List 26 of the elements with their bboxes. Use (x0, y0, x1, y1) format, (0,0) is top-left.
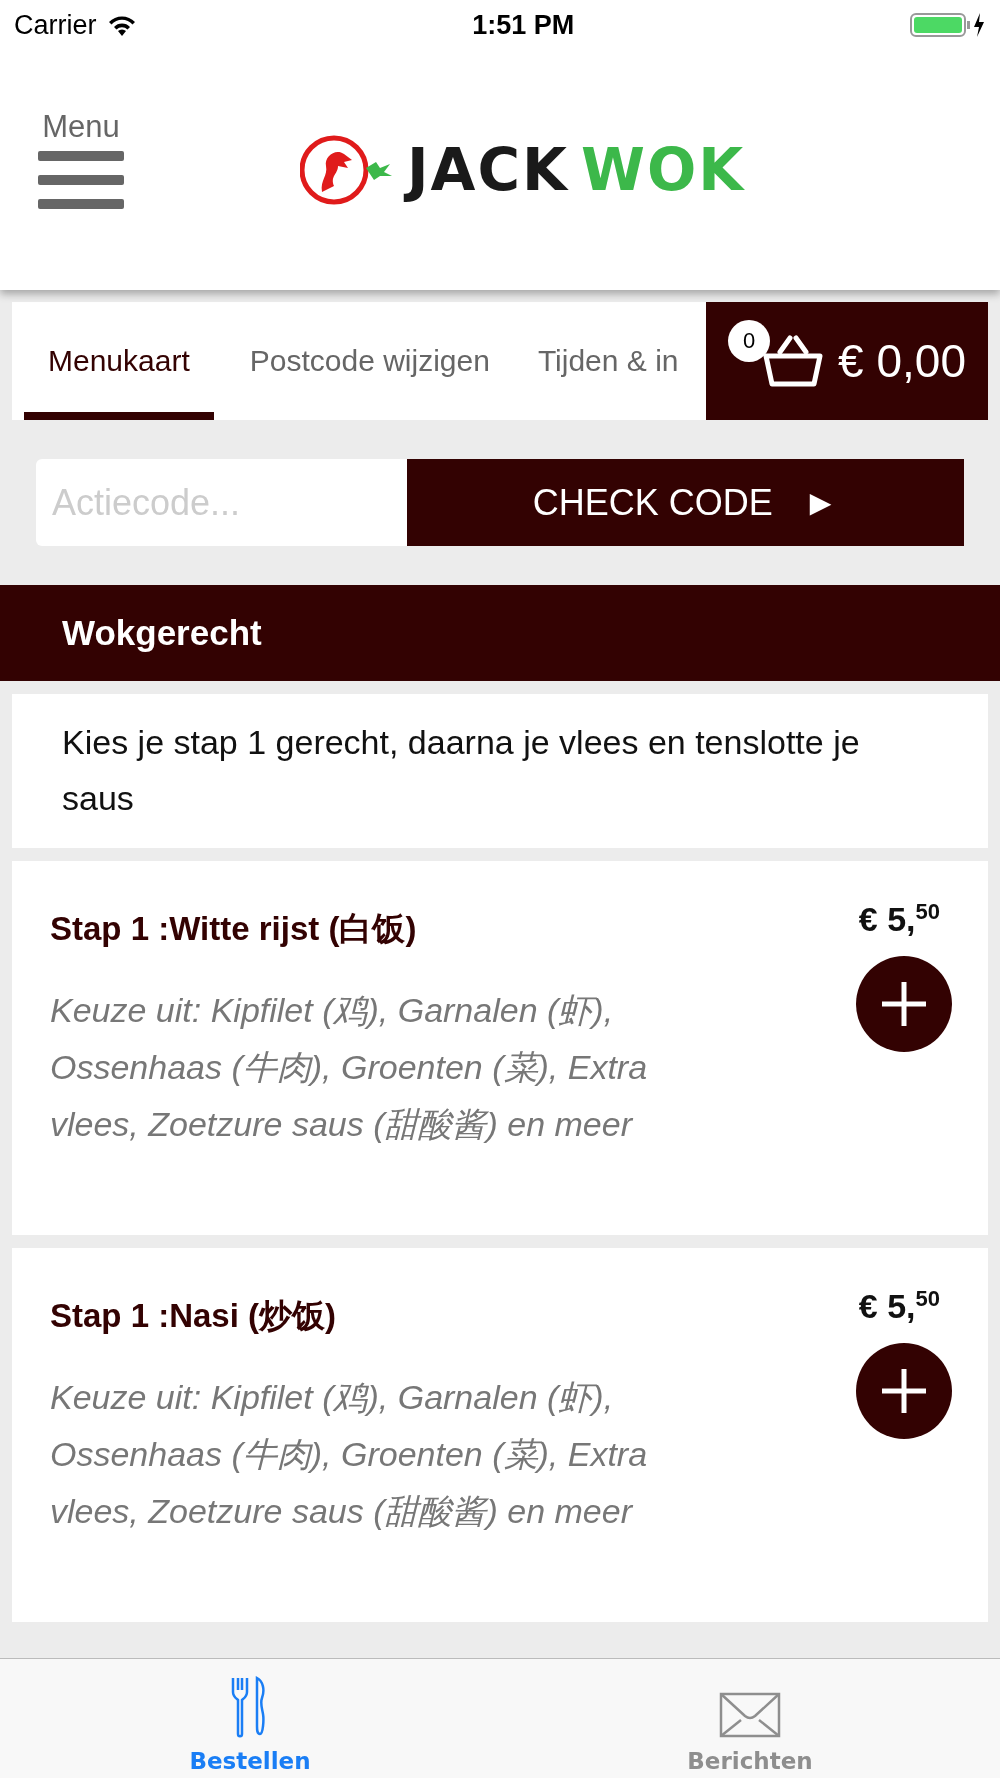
menu-icon (38, 149, 124, 211)
cart-count-badge: 0 (728, 320, 770, 362)
tab-bar-item[interactable]: Bestellen (0, 1659, 500, 1778)
envelope-icon (719, 1692, 781, 1738)
plus-icon (879, 979, 929, 1029)
item-description: Keuze uit: Kipfilet (鸡), Garnalen (虾), Ossenhaas (牛肉), Groenten (菜), Extra vlees, Zoetzure saus (甜酸酱) en meer (50, 990, 649, 1145)
item-price: € 5,$^{50}$ (858, 899, 940, 940)
item-description: Keuze uit: Kipfilet (鸡), Garnalen (虾), Ossenhaas (牛肉), Groenten (菜), Extra vlees, Zoetzure saus (甜酸酱) en meer (50, 1377, 649, 1532)
menu-button[interactable]: Menu (38, 109, 124, 211)
tab-bar-item[interactable]: Berichten (500, 1659, 1000, 1778)
clock-time: 1:51 PM (472, 9, 575, 41)
basket-icon (762, 332, 825, 390)
battery-icon (910, 11, 986, 39)
item-title: Stap 1 :Witte rijst (白饭) (50, 909, 417, 949)
plus-icon (879, 1366, 929, 1416)
item-title: Stap 1 :Nasi (炒饭) (50, 1296, 337, 1336)
carrier-label: Carrier (14, 9, 97, 41)
section-title: Wokgerecht (62, 613, 262, 653)
cart-button[interactable]: 0 € 0,00 (706, 302, 988, 420)
intro-text: Kies je stap 1 gerecht, daarna je vlees en tenslotte je saus (62, 722, 861, 819)
item-price: € 5,$^{50}$ (858, 1286, 940, 1327)
nav-tab[interactable]: Tijden & in (513, 302, 703, 420)
nav-tab[interactable]: Menukaart (24, 302, 214, 420)
check-code-button[interactable]: CHECK CODE ► (407, 459, 964, 546)
nav-tab[interactable]: Postcode wijzigen (225, 302, 514, 420)
restaurant-logo: JACK WOK (290, 128, 756, 212)
